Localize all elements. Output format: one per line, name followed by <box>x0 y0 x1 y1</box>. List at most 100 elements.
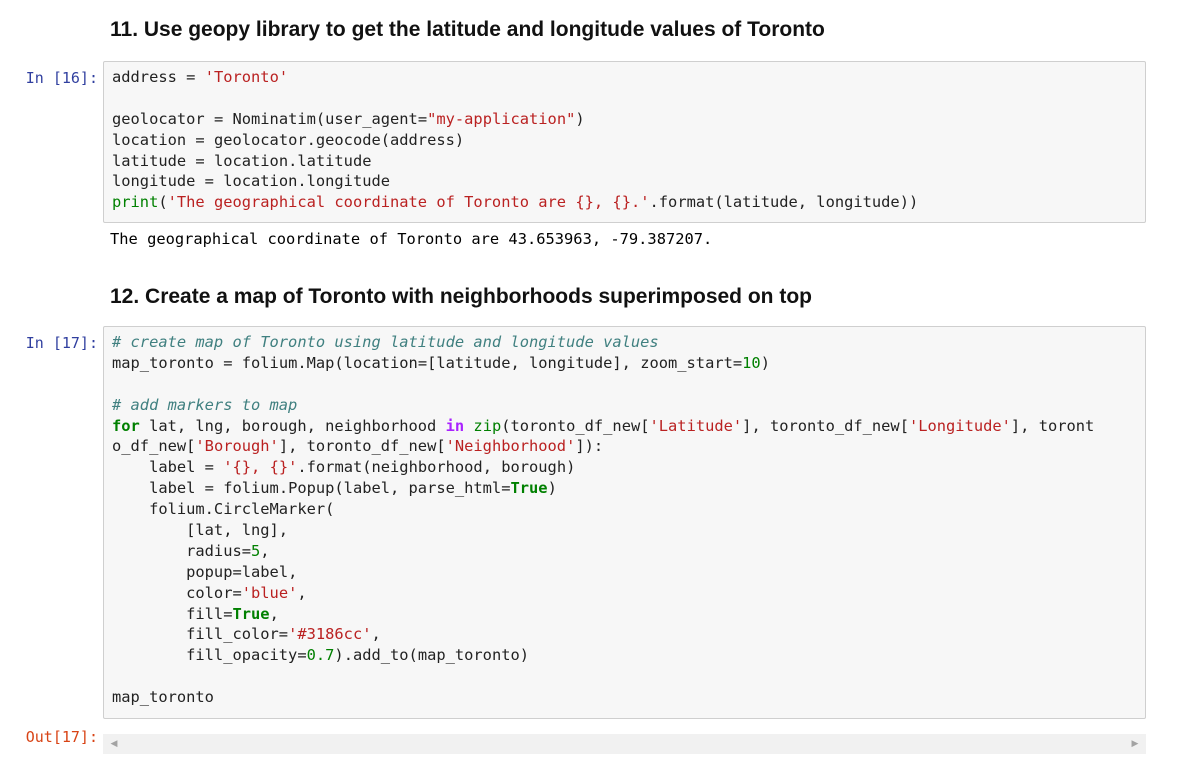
code-token: '{}, {}' <box>223 458 298 477</box>
code-token: ( <box>158 193 168 212</box>
code-token: , <box>269 604 279 623</box>
code-token: True <box>510 479 548 498</box>
code-line: label = '{}, {}'.format(neighborhood, bo… <box>112 457 1145 478</box>
code-token: '#3186cc' <box>288 625 372 644</box>
code-token: location.latitude <box>204 151 372 170</box>
code-token: = <box>204 479 214 498</box>
code-token: folium.Map(location <box>232 353 418 372</box>
code-token: 'Borough' <box>195 437 279 456</box>
code-token: = <box>417 353 428 372</box>
code-line: # create map of Toronto using latitude a… <box>112 332 1145 353</box>
code-token: map_toronto <box>112 353 224 372</box>
code-token: folium.Popup(label, parse_html <box>213 479 502 498</box>
code-line: map_toronto = folium.Map(location=[latit… <box>112 353 1145 374</box>
code-token: location <box>112 130 196 149</box>
code-token: o_df_new[ <box>112 437 196 456</box>
code-token: fill_color <box>112 625 279 644</box>
code-line: radius=5, <box>112 541 1145 562</box>
code-token: "my-application" <box>427 109 576 128</box>
code-token: ], toronto_df_new[ <box>278 437 446 456</box>
code-line: folium.CircleMarker( <box>112 499 1145 520</box>
code-token: ], toront <box>1010 416 1095 435</box>
cell-17-output-prompt: Out[17]: <box>25 728 98 746</box>
code-token: latitude <box>112 151 196 170</box>
code-token: fill_opacity <box>112 646 298 665</box>
code-token: , <box>297 583 307 602</box>
code-token: color <box>112 583 233 602</box>
code-token: = <box>232 583 242 602</box>
code-cell-17[interactable]: # create map of Toronto using latitude a… <box>103 326 1146 719</box>
code-token: = <box>204 458 214 477</box>
code-token: ) <box>760 353 770 372</box>
scroll-left-icon[interactable]: ◀ <box>105 734 123 754</box>
code-line: popup=label, <box>112 562 1145 583</box>
code-token: label <box>112 479 205 498</box>
cell-16-input-prompt: In [16]: <box>25 69 98 87</box>
code-token: = <box>232 562 242 581</box>
code-token: = <box>278 625 289 644</box>
code-token: lat, lng, borough, neighborhood <box>139 416 446 435</box>
code-token: for <box>112 416 140 435</box>
code-token: 'blue' <box>241 583 298 602</box>
code-token: 'The geographical coordinate of Toronto … <box>167 193 576 212</box>
code-token: geolocator.geocode(address) <box>204 130 465 149</box>
code-token: folium.CircleMarker( <box>112 500 335 519</box>
code-token: geolocator <box>112 109 214 128</box>
code-token: 'Longitude' <box>908 416 1011 435</box>
code-token: .format(neighborhood, borough) <box>297 458 576 477</box>
code-token: address <box>112 68 187 86</box>
code-token: map_toronto <box>112 688 214 707</box>
code-line: map_toronto <box>112 687 1145 708</box>
code-line: color='blue', <box>112 583 1145 604</box>
code-line: print('The geographical coordinate of To… <box>112 192 1145 213</box>
code-token: 0.7 <box>306 646 335 665</box>
code-cell-16[interactable]: address = 'Toronto' geolocator = Nominati… <box>103 61 1146 223</box>
code-line: location = geolocator.geocode(address) <box>112 130 1145 151</box>
code-token: # create map of Toronto using latitude a… <box>112 333 659 351</box>
heading-section-12: 12. Create a map of Toronto with neighbo… <box>110 285 812 308</box>
code-token: {} <box>575 193 594 212</box>
code-token: ) <box>547 479 557 498</box>
code-token: fill <box>112 604 224 623</box>
code-line: fill_color='#3186cc', <box>112 624 1145 645</box>
code-token: ).add_to(map_toronto) <box>334 646 530 665</box>
code-token: [lat, lng], <box>112 521 289 540</box>
code-cell-17-source: # create map of Toronto using latitude a… <box>112 332 1145 708</box>
code-line: fill=True, <box>112 604 1145 625</box>
output-horizontal-scrollbar[interactable]: ◀ ▶ <box>103 734 1146 754</box>
code-line: o_df_new['Borough'], toronto_df_new['Nei… <box>112 436 1145 457</box>
code-line: fill_opacity=0.7).add_to(map_toronto) <box>112 645 1145 666</box>
code-cell-16-source: address = 'Toronto' geolocator = Nominati… <box>112 67 1145 213</box>
code-token: = <box>297 646 307 665</box>
cell-16-output-text: The geographical coordinate of Toronto a… <box>110 230 713 248</box>
code-token: ]): <box>575 437 604 456</box>
code-token: = <box>195 130 205 149</box>
code-token: = <box>417 109 428 128</box>
code-token: = <box>241 541 252 560</box>
code-token: # add markers to map <box>112 395 298 414</box>
code-token: 5 <box>251 541 261 560</box>
code-token: print <box>112 193 159 212</box>
code-line: geolocator = Nominatim(user_agent="my-ap… <box>112 109 1145 130</box>
code-token: ) <box>575 109 585 128</box>
code-line: # add markers to map <box>112 395 1145 416</box>
code-token: .' <box>630 193 650 212</box>
code-token: label, <box>241 562 298 581</box>
code-token: True <box>232 604 270 623</box>
scroll-right-icon[interactable]: ▶ <box>1126 734 1144 754</box>
code-line: [lat, lng], <box>112 520 1145 541</box>
code-line: longitude = location.longitude <box>112 171 1145 192</box>
code-token: zip <box>473 416 502 435</box>
code-token: Nominatim(user_agent <box>223 109 418 128</box>
code-token: {} <box>612 193 631 212</box>
code-token: 10 <box>742 353 761 372</box>
code-token: = <box>195 151 205 170</box>
code-token: = <box>204 172 214 191</box>
code-token: ], toronto_df_new[ <box>742 416 909 435</box>
code-token: , <box>371 625 381 644</box>
code-line: label = folium.Popup(label, parse_html=T… <box>112 478 1145 499</box>
